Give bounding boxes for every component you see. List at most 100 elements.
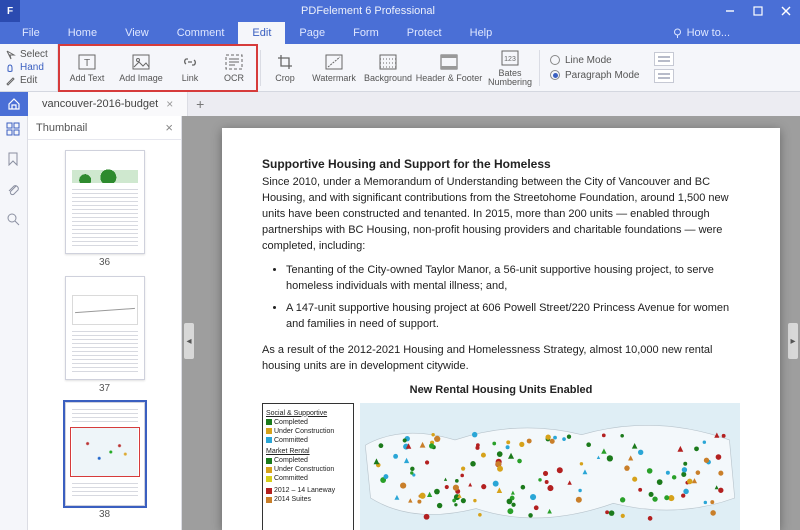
menu-edit[interactable]: Edit	[238, 22, 285, 44]
header-footer-icon	[439, 53, 459, 71]
crop-icon	[276, 53, 294, 71]
legend-item: Under Construction	[274, 427, 334, 436]
page-heading: Supportive Housing and Support for the H…	[262, 156, 740, 173]
list-item: Tenanting of the City-owned Taylor Manor…	[286, 263, 740, 295]
close-panel-button[interactable]: ×	[165, 120, 173, 135]
chart-map	[360, 403, 740, 530]
legend-swatch	[266, 428, 272, 434]
thumbnail-page[interactable]: 36	[65, 150, 145, 268]
ocr-icon	[224, 53, 244, 71]
add-text-button[interactable]: TAdd Text	[60, 44, 114, 92]
separator	[260, 50, 261, 86]
menu-form[interactable]: Form	[339, 22, 393, 44]
search-panel-button[interactable]	[6, 212, 22, 228]
radio-icon	[550, 55, 560, 65]
close-tab-button[interactable]: ×	[166, 97, 173, 111]
close-button[interactable]	[772, 0, 800, 22]
app-logo: F	[0, 0, 20, 22]
header-footer-label: Header & Footer	[416, 73, 483, 83]
document-viewport[interactable]: ◂ ▸ Supportive Housing and Support for t…	[182, 116, 800, 530]
watermark-button[interactable]: Watermark	[307, 44, 361, 92]
thumbnail-page[interactable]: 37	[65, 276, 145, 394]
highlighted-tools: TAdd Text Add Image Link OCR	[58, 44, 258, 92]
thumbnail-list[interactable]: 36 37 38	[28, 140, 181, 530]
minimize-button[interactable]	[716, 0, 744, 22]
add-image-button[interactable]: Add Image	[114, 44, 168, 92]
page-paragraph: Since 2010, under a Memorandum of Unders…	[262, 175, 740, 255]
title-bar: F PDFelement 6 Professional	[0, 0, 800, 22]
bates-label: Bates Numbering	[488, 69, 532, 87]
line-mode-radio[interactable]: Line Mode	[550, 55, 640, 66]
thumbnail-header: Thumbnail ×	[28, 116, 181, 140]
align-option-2[interactable]	[654, 69, 674, 83]
legend-item: Committed	[274, 474, 308, 483]
paragraph-mode-radio[interactable]: Paragraph Mode	[550, 70, 640, 81]
menu-help[interactable]: Help	[456, 22, 507, 44]
menu-page[interactable]: Page	[285, 22, 339, 44]
add-image-label: Add Image	[119, 73, 163, 83]
watermark-icon	[324, 53, 344, 71]
bates-icon: 123	[500, 49, 520, 67]
bookmark-panel-button[interactable]	[6, 152, 22, 168]
legend-item: 2014 Suites	[274, 495, 311, 504]
ribbon-tools: TAdd Text Add Image Link OCR Crop Waterm…	[58, 44, 674, 91]
page-preview	[65, 402, 145, 506]
legend-swatch	[266, 497, 272, 503]
menu-home[interactable]: Home	[54, 22, 111, 44]
separator	[539, 50, 540, 86]
page-preview	[65, 150, 145, 254]
thumbnail-page[interactable]: 38	[65, 402, 145, 520]
legend-item: Under Construction	[274, 465, 334, 474]
crop-button[interactable]: Crop	[263, 44, 307, 92]
align-buttons	[654, 52, 674, 83]
prev-page-handle[interactable]: ◂	[184, 323, 194, 359]
legend-item: Completed	[274, 418, 308, 427]
svg-text:T: T	[84, 58, 90, 69]
hand-tool[interactable]: Hand	[6, 62, 57, 73]
menu-comment[interactable]: Comment	[163, 22, 239, 44]
legend-item: 2012 – 14 Laneway	[274, 486, 335, 495]
select-label: Select	[20, 49, 48, 60]
header-footer-button[interactable]: Header & Footer	[415, 44, 483, 92]
legend-group: Social & Supportive	[266, 409, 350, 418]
page-preview	[65, 276, 145, 380]
svg-text:123: 123	[504, 56, 516, 63]
edit-label: Edit	[20, 75, 37, 86]
line-mode-label: Line Mode	[565, 55, 612, 66]
background-button[interactable]: Background	[361, 44, 415, 92]
document-tab[interactable]: vancouver-2016-budget ×	[28, 92, 188, 116]
how-to-link[interactable]: How to...	[672, 27, 730, 39]
attachment-panel-button[interactable]	[6, 182, 22, 198]
home-tab-button[interactable]	[0, 92, 28, 116]
legend-swatch	[266, 488, 272, 494]
chart-block: Social & Supportive Completed Under Cons…	[262, 403, 740, 530]
select-tool[interactable]: Select	[6, 49, 57, 60]
hand-label: Hand	[20, 62, 44, 73]
background-icon	[378, 53, 398, 71]
ocr-button[interactable]: OCR	[212, 44, 256, 92]
chart-legend: Social & Supportive Completed Under Cons…	[262, 403, 354, 530]
thumbnail-panel: Thumbnail × 36 37 38	[28, 116, 182, 530]
legend-swatch	[266, 419, 272, 425]
menu-protect[interactable]: Protect	[393, 22, 456, 44]
location-icon	[672, 28, 683, 39]
legend-swatch	[266, 437, 272, 443]
bates-button[interactable]: 123 Bates Numbering	[483, 44, 537, 92]
side-icon-strip	[0, 116, 28, 530]
thumbnail-panel-button[interactable]	[6, 122, 22, 138]
link-button[interactable]: Link	[168, 44, 212, 92]
new-tab-button[interactable]: +	[188, 92, 212, 116]
edit-tool[interactable]: Edit	[6, 75, 57, 86]
background-label: Background	[364, 73, 412, 83]
crop-label: Crop	[275, 73, 295, 83]
next-page-handle[interactable]: ▸	[788, 323, 798, 359]
thumbnail-title: Thumbnail	[36, 122, 87, 134]
edit-modes: Line Mode Paragraph Mode	[550, 55, 640, 81]
menu-file[interactable]: File	[8, 22, 54, 44]
link-icon	[181, 53, 199, 71]
align-option-1[interactable]	[654, 52, 674, 66]
legend-group: Market Rental	[266, 447, 350, 456]
menu-view[interactable]: View	[111, 22, 163, 44]
maximize-button[interactable]	[744, 0, 772, 22]
legend-item: Committed	[274, 436, 308, 445]
